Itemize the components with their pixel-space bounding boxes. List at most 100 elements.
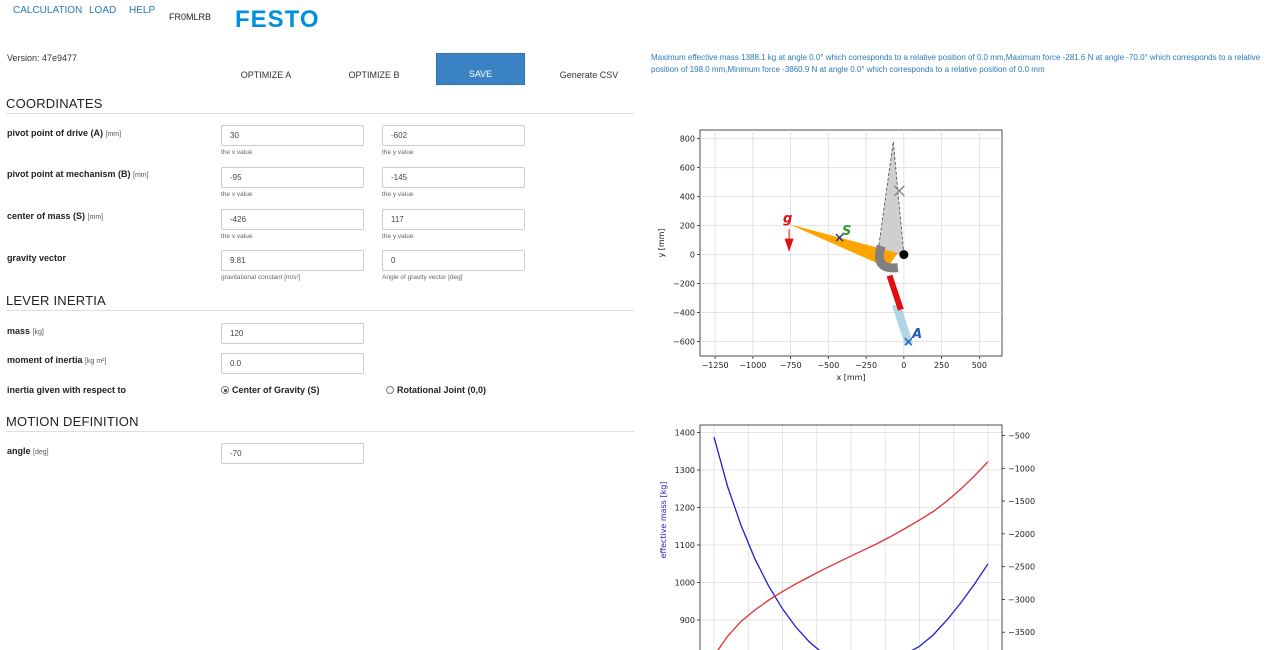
- gravity-constant-hint: gravitational constant [m/s²]: [221, 274, 301, 281]
- nav-help[interactable]: HELP: [129, 5, 155, 16]
- y-tick-label: −200: [673, 280, 695, 289]
- coordinates-title: COORDINATES: [6, 96, 103, 111]
- right-tick-label: −500: [1008, 431, 1030, 440]
- section-divider: [6, 310, 634, 311]
- festo-logo[interactable]: FESTO: [235, 6, 320, 34]
- drive-y-input[interactable]: [382, 125, 525, 146]
- y-tick-label: −600: [673, 338, 695, 347]
- mechanism-pivot-label-text: pivot point at mechanism (B): [7, 169, 131, 179]
- com-unit: [mm]: [87, 214, 104, 221]
- drive-x-hint: the x value: [221, 149, 253, 156]
- gravity-constant-input[interactable]: [221, 250, 364, 271]
- com-x-hint: the x value: [221, 233, 253, 240]
- save-button[interactable]: SAVE: [436, 53, 525, 85]
- mechanism-x-hint: the x value: [221, 191, 253, 198]
- point-annotation: S: [842, 224, 851, 239]
- left-tick-label: 1000: [675, 579, 695, 588]
- mechanism-plot: g S A −1250 −1000 −750 −500 −250 0 250 500 −600 −40…: [657, 129, 1003, 382]
- gravity-arrow-head: [784, 238, 794, 252]
- drive-y-hint: the y value: [382, 149, 414, 156]
- right-tick-label: −1000: [1008, 464, 1035, 473]
- mass-unit: [kg]: [32, 329, 44, 336]
- mechanism-shapes: g S A: [783, 141, 922, 346]
- drive-pivot-label: pivot point of drive (A) [mm]: [7, 128, 121, 138]
- angle-label: angle [deg]: [7, 446, 49, 456]
- angle-input[interactable]: [221, 443, 364, 464]
- y-tick-label: 200: [680, 222, 695, 231]
- right-tick-label: −2000: [1008, 530, 1035, 539]
- lever-inertia-title: LEVER INERTIA: [6, 293, 106, 308]
- x-tick-label: 250: [934, 361, 949, 370]
- left-tick-label: 1200: [675, 504, 695, 513]
- motion-definition-title: MOTION DEFINITION: [6, 414, 139, 429]
- angle-label-text: angle: [7, 446, 31, 456]
- nav-calculation[interactable]: CALCULATION: [13, 5, 82, 16]
- right-tick-label: −2500: [1008, 563, 1035, 572]
- x-tick-label: −500: [817, 361, 839, 370]
- effective-mass-plot: 80090010001100120013001400−500−1000−1500…: [659, 424, 1035, 650]
- left-tick-label: 1300: [675, 466, 695, 475]
- com-label-text: center of mass (S): [7, 211, 86, 221]
- section-divider: [6, 431, 634, 432]
- version-label: Version: 47e9477: [7, 53, 78, 63]
- drive-pivot-unit: [mm]: [105, 131, 122, 138]
- mechanism-pivot-unit: [mm]: [133, 172, 149, 179]
- moi-input[interactable]: [221, 353, 364, 374]
- com-x-input[interactable]: [221, 209, 364, 230]
- x-tick-label: 0: [901, 361, 906, 370]
- y-tick-label: 400: [680, 193, 695, 202]
- point-annotation: A: [911, 327, 922, 342]
- top-nav: CALCULATION LOAD HELP FR0MLRB FESTO: [0, 0, 1280, 40]
- right-tick-label: −3000: [1008, 595, 1035, 604]
- user-code: FR0MLRB: [169, 12, 212, 22]
- optimize-a-button[interactable]: OPTIMIZE A: [232, 70, 300, 80]
- inertia-ref-label: inertia given with respect to: [7, 385, 127, 395]
- effective-mass-axis-label: effective mass [kg]: [659, 482, 668, 559]
- nav-load[interactable]: LOAD: [89, 5, 116, 16]
- mechanism-pivot-label: pivot point at mechanism (B) [mm]: [7, 169, 149, 179]
- angle-unit: [deg]: [33, 449, 49, 456]
- moi-unit: [kg m²]: [85, 358, 107, 365]
- right-tick-label: −3500: [1008, 628, 1035, 637]
- x-tick-label: −250: [855, 361, 877, 370]
- y-axis-label: y [mm]: [657, 228, 666, 257]
- mechanism-x-input[interactable]: [221, 167, 364, 188]
- y-tick-label: 0: [690, 251, 695, 260]
- generate-csv-button[interactable]: Generate CSV: [555, 70, 623, 80]
- radio-rotational-joint[interactable]: Rotational Joint (0,0): [386, 385, 486, 395]
- optimize-b-button[interactable]: OPTIMIZE B: [340, 70, 408, 80]
- left-tick-label: 1400: [675, 429, 695, 438]
- mechanism-y-hint: the y value: [382, 191, 414, 198]
- mechanism-y-input[interactable]: [382, 167, 525, 188]
- mass-label: mass [kg]: [7, 326, 44, 336]
- y-tick-label: 600: [680, 164, 695, 173]
- radio-dot[interactable]: [386, 386, 394, 394]
- com-y-hint: the y value: [382, 233, 414, 240]
- radio-center-of-gravity[interactable]: Center of Gravity (S): [221, 385, 320, 395]
- x-tick-label: −1250: [702, 361, 729, 370]
- mass-input[interactable]: [221, 323, 364, 344]
- y-tick-label: 800: [680, 135, 695, 144]
- radio-dot-selected[interactable]: [221, 386, 229, 394]
- plot-grid: [700, 425, 1002, 650]
- actuator-rod: [886, 274, 904, 311]
- moi-label: moment of inertia [kg m²]: [7, 355, 106, 365]
- section-divider: [6, 113, 634, 114]
- x-tick-label: −750: [780, 361, 802, 370]
- x-tick-label: 500: [972, 361, 987, 370]
- pivot-dot: [899, 250, 909, 260]
- point-annotation: g: [783, 212, 792, 227]
- drive-x-input[interactable]: [221, 125, 364, 146]
- left-tick-label: 900: [680, 616, 695, 625]
- gravity-angle-hint: Angle of gravity vector [deg]: [382, 274, 463, 281]
- gravity-angle-input[interactable]: [382, 250, 525, 271]
- plot-ticks: −1250 −1000 −750 −500 −250 0 250 500 −600 −400 −20…: [673, 135, 987, 370]
- radio-cog-label: Center of Gravity (S): [232, 385, 320, 395]
- plot-ticks: 80090010001100120013001400−500−1000−1500…: [675, 429, 1035, 638]
- radio-joint-label: Rotational Joint (0,0): [397, 385, 487, 395]
- x-axis-label: x [mm]: [836, 373, 865, 382]
- x-tick-label: −1000: [739, 361, 766, 370]
- right-tick-label: −1500: [1008, 497, 1035, 506]
- com-y-input[interactable]: [382, 209, 525, 230]
- moi-label-text: moment of inertia: [7, 355, 83, 365]
